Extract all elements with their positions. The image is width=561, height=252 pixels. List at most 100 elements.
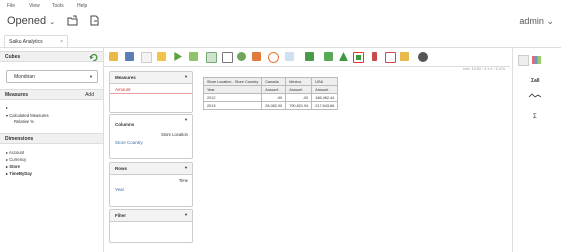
cube-selected-value: Mondrian (14, 74, 35, 80)
chart-icon[interactable] (324, 52, 333, 61)
opened-menu[interactable]: Opened ⌄ (7, 15, 55, 27)
refresh-icon[interactable] (89, 53, 98, 62)
info-icon[interactable] (418, 52, 428, 62)
expand-icon: ▸ (6, 150, 9, 155)
filter-dropzone[interactable]: Filter ▼ (109, 209, 193, 243)
table-cell: 217,643.66 (311, 101, 339, 110)
divider (110, 93, 192, 94)
expand-icon: ▸ (6, 164, 9, 169)
table-cell: 186,462.44 (311, 93, 339, 102)
dropzone-title: Filter (115, 213, 127, 218)
drill-through-icon[interactable] (285, 52, 294, 61)
table-cell: 790,821.94 (285, 101, 313, 110)
table-cell: 28,082.00 (261, 101, 287, 110)
dimension-label: Account (9, 150, 25, 155)
chevron-down-icon[interactable]: ▼ (184, 212, 188, 217)
explain-icon[interactable] (372, 52, 377, 61)
caret-down-icon: ⌄ (546, 16, 554, 26)
line-chart-icon[interactable] (529, 93, 541, 99)
dimension-currency[interactable]: ▸ Currency (6, 157, 26, 162)
expand-icon: ▸ (6, 171, 9, 176)
measures-dropzone-header: Measures ▼ (110, 72, 192, 84)
table-header-cell[interactable]: Canada (261, 77, 287, 86)
swap-axis-icon[interactable] (252, 52, 261, 61)
table-cell: -00 (285, 93, 313, 102)
page-title: Opened (7, 15, 47, 27)
table-header-row: Year Amount Amount Amount (202, 85, 339, 94)
calculated-measures-item[interactable]: ▾ Calculated Measures (6, 113, 49, 118)
automatic-execution-icon[interactable] (189, 52, 198, 61)
tab-label: Saiku Analytics (9, 39, 43, 45)
row-level[interactable]: Year (115, 187, 124, 192)
toggle-fields-icon[interactable] (206, 52, 217, 63)
add-measure-button[interactable]: Add (85, 92, 94, 98)
non-empty-icon[interactable] (237, 52, 246, 61)
folder-open-icon[interactable] (109, 52, 118, 61)
result-table: Store Location - Store Country Canada Me… (202, 77, 339, 110)
table-cell: 2013 (202, 101, 263, 110)
cube-select[interactable]: Mondrian ▼ (6, 70, 98, 83)
user-name: admin (519, 16, 544, 26)
close-icon[interactable]: × (60, 39, 63, 45)
sum-icon[interactable]: Σ (533, 114, 537, 120)
toolbar (104, 48, 510, 67)
column-level[interactable]: Store Country (115, 140, 143, 145)
edit-icon[interactable] (157, 52, 166, 61)
column-hierarchy: Store Location (160, 132, 188, 137)
menu-view[interactable]: View (29, 3, 40, 9)
measures-label: Measures (5, 92, 29, 98)
run-icon[interactable] (174, 52, 182, 61)
cubes-label: Cubes (5, 54, 21, 60)
tag-icon[interactable] (400, 52, 409, 61)
menu-tools[interactable]: Tools (52, 3, 64, 9)
query-info: Info: 10:52 / 4 x 4 / 0.07s (463, 67, 505, 71)
show-mdx-icon[interactable] (353, 52, 364, 63)
open-folder-icon[interactable] (67, 15, 79, 26)
menu-bar: File View Tools Help (0, 0, 561, 10)
table-header-cell[interactable]: Mexico (285, 77, 313, 86)
zoom-icon[interactable] (268, 52, 279, 63)
dimension-label: Currency (9, 157, 27, 162)
table-header-cell: Amount (311, 85, 339, 94)
chevron-down-icon[interactable]: ▼ (184, 117, 188, 122)
menu-help[interactable]: Help (77, 3, 87, 9)
tab-saiku-analytics[interactable]: Saiku Analytics × (4, 35, 68, 47)
table-header-cell[interactable]: USA (311, 77, 339, 86)
dropzone-title: Rows (115, 166, 128, 171)
dimension-label: Store (9, 164, 20, 169)
cubes-header: Cubes (0, 51, 103, 62)
table-header-row: Store Location - Store Country Canada Me… (202, 77, 339, 86)
save-icon[interactable] (125, 52, 134, 61)
dimension-timebyday[interactable]: ▸ TimeByDay (6, 171, 32, 176)
statistics-icon[interactable]: Σall (531, 78, 540, 84)
query-icon[interactable] (385, 52, 396, 63)
dropzone-title: Columns (115, 122, 135, 127)
measures-dropzone[interactable]: Measures ▼ Amount (109, 71, 193, 113)
dimension-account[interactable]: ▸ Account (6, 150, 24, 155)
toggle-sidebar-icon[interactable] (222, 52, 233, 63)
tree-toggle-icon[interactable]: ▸ (6, 105, 8, 110)
new-query-icon[interactable] (141, 52, 152, 63)
chart-mode-icon[interactable] (532, 56, 541, 64)
table-row: 2013 28,082.00 790,821.94 217,643.66 (202, 101, 339, 110)
rows-dropzone-header: Rows ▼ (110, 163, 192, 175)
export-icon[interactable] (305, 52, 314, 61)
menu-file[interactable]: File (7, 3, 15, 9)
dimension-store[interactable]: ▸ Store (6, 164, 20, 169)
relative-measure-item[interactable]: Relative % (14, 119, 34, 124)
measure-amount[interactable]: Amount (115, 87, 131, 92)
columns-dropzone[interactable]: Columns ▼ Store Location Store Country (109, 114, 193, 159)
dimension-label: TimeByDay (9, 171, 33, 176)
filter-dropzone-header: Filter ▼ (110, 210, 192, 222)
table-mode-icon[interactable] (518, 55, 529, 66)
new-file-icon[interactable] (89, 15, 100, 26)
chevron-down-icon[interactable]: ▼ (184, 165, 188, 170)
chevron-down-icon[interactable]: ▼ (184, 74, 188, 79)
dimensions-header: Dimensions (0, 133, 103, 144)
caret-down-icon: ⌄ (49, 19, 56, 26)
rows-dropzone[interactable]: Rows ▼ Time Year (109, 162, 193, 207)
sort-icon[interactable] (339, 52, 348, 61)
user-menu[interactable]: admin ⌄ (519, 16, 554, 27)
table-header-cell: Year (202, 85, 263, 94)
columns-dropzone-header: Columns ▼ (110, 115, 192, 127)
